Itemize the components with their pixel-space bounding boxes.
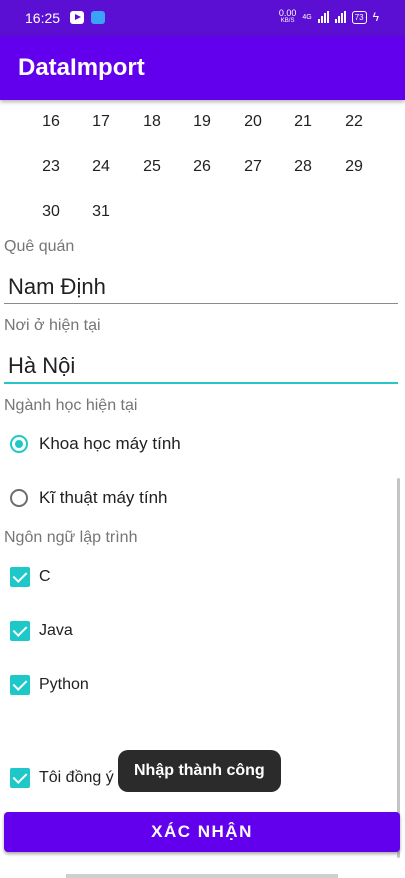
calendar-day[interactable]: 23 [26,158,76,176]
youtube-icon [70,11,84,24]
checkbox-label: Python [39,676,89,693]
navigation-bar-hint [66,874,338,878]
agree-label: Tôi đồng ý [39,769,114,786]
checkbox-label: Java [39,622,73,639]
checkbox-c[interactable]: C [10,562,51,592]
date-picker-calendar: 16 17 18 19 20 21 22 23 24 25 26 27 28 2… [0,100,405,230]
calendar-day[interactable]: 29 [329,158,379,176]
app-title: DataImport [18,54,145,81]
success-toast: Nhập thành công [118,750,281,792]
radio-unchecked-icon[interactable] [10,489,28,507]
signal-icon-2 [334,11,346,23]
radio-label: Kĩ thuật máy tính [39,488,168,507]
checkbox-checked-icon[interactable] [10,567,30,587]
major-label: Ngành học hiện tại [4,397,138,414]
radio-checked-icon[interactable] [10,435,28,453]
hometown-field[interactable]: Nam Định [8,274,106,300]
calendar-day[interactable]: 19 [177,113,227,131]
calendar-day[interactable]: 22 [329,113,379,131]
battery-icon: 73 [351,10,367,24]
calendar-day[interactable]: 31 [76,203,126,221]
calendar-day[interactable]: 30 [26,203,76,221]
status-time: 16:25 [25,10,61,26]
calendar-week-row: 30 31 [0,203,405,230]
app-bar: DataImport [0,36,405,100]
checkbox-checked-icon[interactable] [10,675,30,695]
hometown-underline [4,303,398,304]
checkbox-label: C [39,568,51,585]
checkbox-agree[interactable]: Tôi đồng ý [10,763,114,793]
network-type: 4G [302,13,312,21]
checkbox-checked-icon[interactable] [10,768,30,788]
status-right-icons: 0.00 KB/S 4G 73 ϟ [279,9,379,25]
checkbox-checked-icon[interactable] [10,621,30,641]
calendar-day[interactable]: 27 [228,158,278,176]
calendar-day[interactable]: 17 [76,113,126,131]
calendar-day[interactable]: 20 [228,113,278,131]
residence-label: Nơi ở hiện tại [4,317,101,334]
radio-label: Khoa học máy tính [39,434,181,453]
net-speed-value: 0.00 [278,8,297,18]
net-speed: 0.00 KB/S [279,9,297,25]
calendar-day[interactable]: 25 [127,158,177,176]
net-speed-unit: KB/S [280,18,295,24]
status-bar: 16:25 0.00 KB/S 4G 73 ϟ [0,0,405,36]
checkbox-java[interactable]: Java [10,616,73,646]
scrollbar[interactable] [397,478,400,858]
residence-field[interactable]: Hà Nội [8,353,75,379]
calendar-day[interactable]: 28 [278,158,328,176]
languages-label: Ngôn ngữ lập trình [4,529,138,546]
radio-computer-science[interactable]: Khoa học máy tính [10,429,181,459]
messenger-icon [91,11,105,24]
calendar-week-row: 16 17 18 19 20 21 22 [0,113,405,143]
confirm-button[interactable]: XÁC NHẬN [4,812,400,852]
calendar-day[interactable]: 24 [76,158,126,176]
radio-computer-engineering[interactable]: Kĩ thuật máy tính [10,483,168,513]
calendar-day[interactable]: 18 [127,113,177,131]
checkbox-python[interactable]: Python [10,670,89,700]
calendar-week-row: 23 24 25 26 27 28 29 [0,158,405,188]
hometown-label: Quê quán [4,238,75,255]
calendar-day[interactable]: 26 [177,158,227,176]
calendar-day[interactable]: 16 [26,113,76,131]
charging-icon: ϟ [372,10,379,24]
calendar-day[interactable]: 21 [278,113,328,131]
residence-underline [4,382,398,384]
signal-icon [317,11,329,23]
